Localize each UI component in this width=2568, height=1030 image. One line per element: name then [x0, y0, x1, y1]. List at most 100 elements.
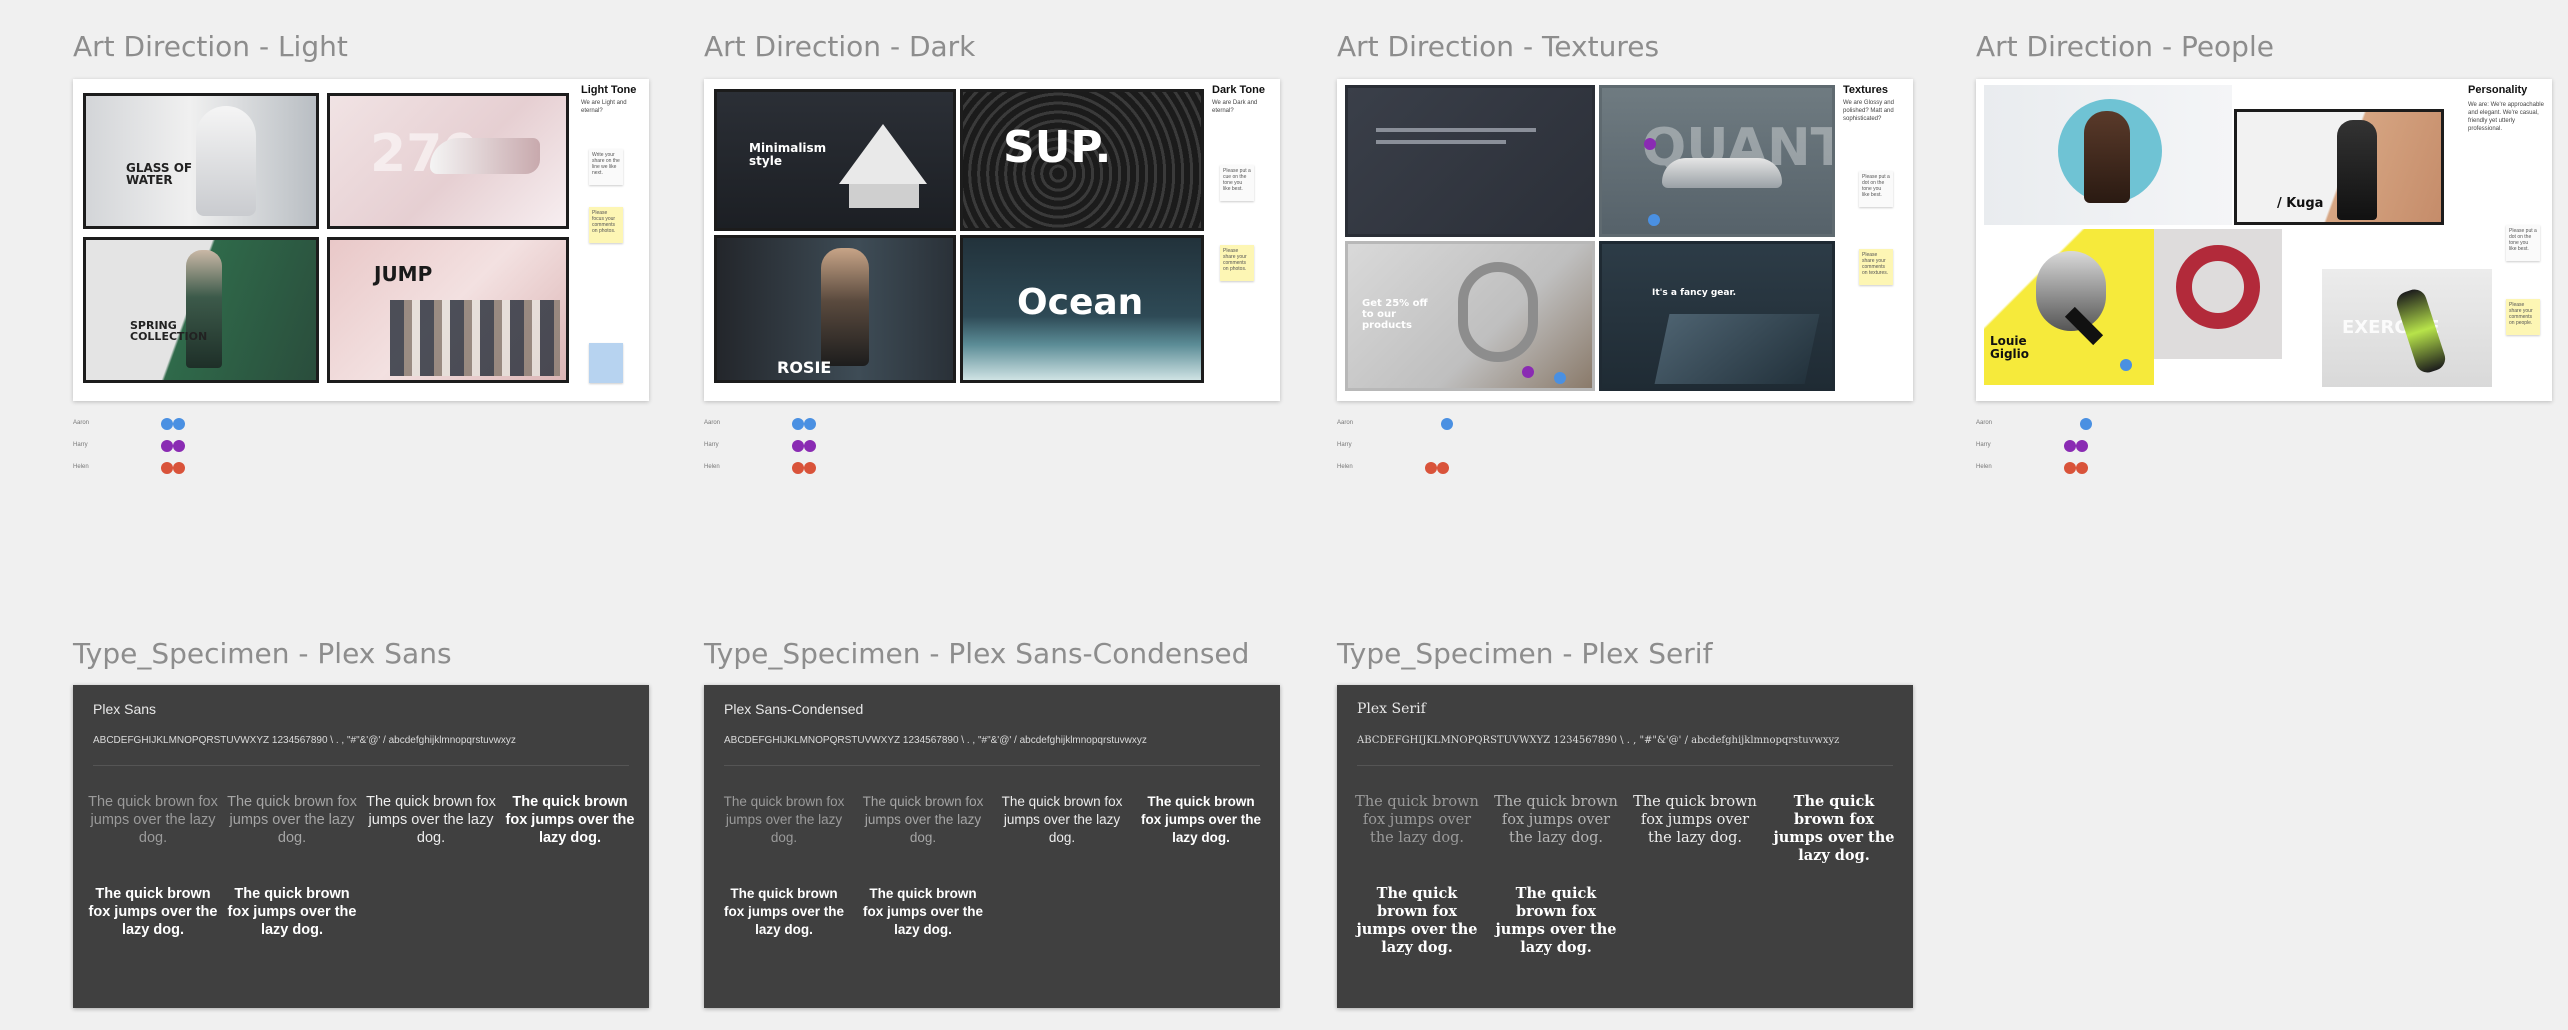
vote-dot[interactable]: [2064, 440, 2076, 452]
specimen-sample-semibold: The quick brown fox jumps over the lazy …: [505, 794, 635, 846]
voter-name: Harry: [1337, 442, 1352, 448]
sticky-note[interactable]: Please share your comments on people.: [2506, 299, 2540, 335]
frame-title-plex-sans: Type_Specimen - Plex Sans: [73, 637, 452, 670]
vote-dot[interactable]: [1425, 462, 1437, 474]
vote-dot[interactable]: [804, 462, 816, 474]
portrait-image: [2084, 111, 2130, 203]
voter-name: Helen: [1976, 464, 1992, 470]
vote-dot[interactable]: [2064, 462, 2076, 474]
board-light[interactable]: GLASS OF WATER 270 SPRING COLLECTION JUM…: [73, 79, 649, 401]
sticky-note[interactable]: Please put a dot on the tone you like be…: [1859, 171, 1893, 207]
tile-title: It's a fancy gear.: [1652, 288, 1737, 298]
model-image: [821, 248, 869, 366]
tile-fancy-gear: It's a fancy gear.: [1599, 241, 1835, 391]
frame-title-plex-serif: Type_Specimen - Plex Serif: [1337, 637, 1713, 670]
tile-headphones: Get 25% off to our products: [1345, 241, 1595, 391]
tile-rosie: ROSIE: [714, 235, 956, 383]
vote-dot[interactable]: [161, 440, 173, 452]
vote-dot[interactable]: [1648, 214, 1660, 226]
vote-dot[interactable]: [792, 440, 804, 452]
specimen-sample-bold: The quick brown fox jumps over the lazy …: [88, 886, 218, 938]
board-people[interactable]: / Kuga Louie Giglio EXERCISE Personality…: [1976, 79, 2552, 401]
tile-title: Ocean: [1017, 282, 1144, 323]
vote-dot[interactable]: [161, 462, 173, 474]
divider: [1357, 765, 1893, 766]
portrait-image: [196, 106, 256, 216]
side-text: We are Glossy and polished? Matt and sop…: [1843, 100, 1894, 122]
board-dark[interactable]: Minimalism style SUP. ROSIE Ocean Dark T…: [704, 79, 1280, 401]
board-textures[interactable]: QUANT Get 25% off to our products It's a…: [1337, 79, 1913, 401]
voter-name: Aaron: [1976, 420, 1993, 426]
tile-ring: [2154, 229, 2282, 359]
sticky-note-blue[interactable]: [589, 343, 623, 383]
specimen-alphabet: ABCDEFGHIJKLMNOPQRSTUVWXYZ 1234567890 \ …: [1357, 735, 1840, 746]
sticky-note[interactable]: Please put a dot on the tone you like be…: [2506, 225, 2540, 261]
specimen-sample-bold: The quick brown fox jumps over the lazy …: [1356, 885, 1478, 956]
tile-title: GLASS OF WATER: [126, 161, 193, 187]
voter-name: Aaron: [1337, 420, 1354, 426]
sticky-note[interactable]: Please share your comments on photos.: [1220, 245, 1254, 281]
specimen-sample-semibold: The quick brown fox jumps over the lazy …: [1140, 794, 1262, 845]
vote-legend: Aaron Harry Helen: [73, 418, 253, 478]
voter-name: Helen: [73, 464, 89, 470]
tile-portrait: [1984, 85, 2232, 225]
vote-dot[interactable]: [804, 418, 816, 430]
specimen-font-name: Plex Sans: [93, 701, 157, 717]
vote-dot[interactable]: [792, 418, 804, 430]
sneaker-image: [430, 138, 540, 174]
specimen-sample-bold: The quick brown fox jumps over the lazy …: [723, 886, 845, 937]
voter-name: Aaron: [704, 420, 721, 426]
vote-dot[interactable]: [1644, 138, 1656, 150]
vote-dot[interactable]: [173, 440, 185, 452]
group-photo-image: [390, 300, 560, 376]
sticky-note[interactable]: Please focus your comments on photos.: [589, 207, 623, 243]
vote-legend: Aaron Harry Helen: [1976, 418, 2156, 478]
vote-dot[interactable]: [1441, 418, 1453, 430]
tile-title: ROSIE: [777, 358, 832, 377]
sticky-note[interactable]: Write your share on the line we like nex…: [589, 149, 623, 185]
vote-dot[interactable]: [804, 440, 816, 452]
specimen-sample-heavy: The quick brown fox jumps over the lazy …: [1495, 885, 1617, 956]
frame-title-dark: Art Direction - Dark: [704, 30, 976, 63]
vote-dot[interactable]: [2120, 359, 2132, 371]
vote-dot[interactable]: [1522, 366, 1534, 378]
frame-title-light: Art Direction - Light: [73, 30, 348, 63]
sticky-note[interactable]: Please share your comments on textures.: [1859, 249, 1893, 285]
model-image: [2337, 120, 2377, 220]
vote-dot[interactable]: [161, 418, 173, 430]
vote-dot[interactable]: [173, 418, 185, 430]
tile-title: SPRING COLLECTION: [130, 319, 208, 343]
vote-dot[interactable]: [1554, 372, 1566, 384]
tile-title: Minimalism style: [749, 141, 827, 168]
specimen-font-name: Plex Serif: [1357, 701, 1426, 717]
vote-dot[interactable]: [2076, 462, 2088, 474]
specimen-plex-sans-condensed[interactable]: Plex Sans-Condensed ABCDEFGHIJKLMNOPQRST…: [704, 685, 1280, 1008]
vote-dot[interactable]: [2080, 418, 2092, 430]
side-text: We are: We're approachable and elegant. …: [2468, 102, 2544, 132]
specimen-plex-serif[interactable]: Plex Serif ABCDEFGHIJKLMNOPQRSTUVWXYZ 12…: [1337, 685, 1913, 1008]
headline-bar: [1376, 128, 1536, 132]
vote-dot[interactable]: [2076, 440, 2088, 452]
specimen-sample-regular: The quick brown fox jumps over the lazy …: [862, 794, 984, 845]
specimen-sample-regular: The quick brown fox jumps over the lazy …: [1494, 794, 1618, 846]
specimen-sample-light: The quick brown fox jumps over the lazy …: [88, 794, 218, 846]
tile-title: Louie Giglio: [1990, 334, 2030, 361]
side-title: Textures: [1843, 84, 1889, 96]
tile-jump: JUMP: [327, 237, 569, 383]
vote-legend: Aaron Harry Helen: [1337, 418, 1517, 478]
vote-dot[interactable]: [792, 462, 804, 474]
tile-louie-giglio: Louie Giglio: [1984, 229, 2154, 385]
tile-title: SUP.: [1003, 122, 1112, 173]
tile-ocean: Ocean: [960, 235, 1204, 383]
specimen-sample-light: The quick brown fox jumps over the lazy …: [723, 794, 845, 845]
divider: [724, 765, 1260, 766]
specimen-plex-sans[interactable]: Plex Sans ABCDEFGHIJKLMNOPQRSTUVWXYZ 123…: [73, 685, 649, 1008]
voter-name: Aaron: [73, 420, 90, 426]
divider: [93, 765, 629, 766]
headphones-image: [1458, 262, 1538, 362]
model-image: [186, 250, 222, 368]
vote-dot[interactable]: [173, 462, 185, 474]
vote-dot[interactable]: [1437, 462, 1449, 474]
tile-minimalism: Minimalism style: [714, 89, 956, 231]
sticky-note[interactable]: Please put a cue on the tone you like be…: [1220, 165, 1254, 201]
